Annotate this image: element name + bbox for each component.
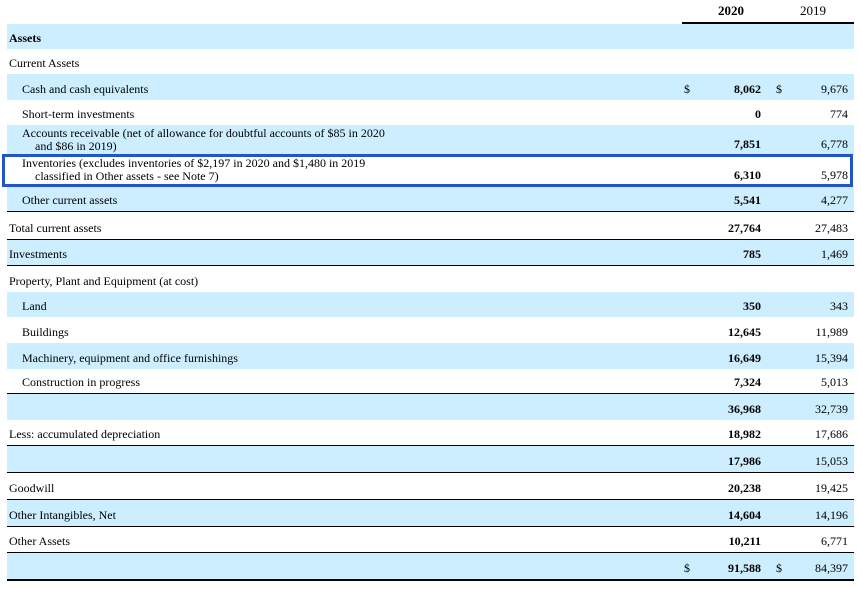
- table-row: $ 91,588 $ 84,397: [7, 553, 854, 579]
- table-row: Current Assets: [7, 49, 854, 74]
- row-label: Investments: [9, 247, 67, 261]
- row-label: Property, Plant and Equipment (at cost): [9, 274, 199, 288]
- row-label: Goodwill: [9, 481, 55, 495]
- value-2020: 16,649: [728, 351, 761, 365]
- value-2020: 0: [755, 107, 761, 121]
- dollar-sign: $: [776, 82, 782, 96]
- row-label: Total current assets: [9, 221, 102, 235]
- value-2019: 343: [830, 299, 848, 313]
- table-row: Goodwill 20,238 19,425: [7, 473, 854, 500]
- table-row: Machinery, equipment and office furnishi…: [7, 343, 854, 369]
- value-2020: 7,324: [734, 375, 761, 389]
- table-row: Accounts receivable (net of allowance fo…: [7, 125, 854, 155]
- value-2020: 5,541: [734, 193, 761, 207]
- value-2020: 36,968: [728, 402, 761, 416]
- table-row: Other Assets 10,211 6,771: [7, 527, 854, 553]
- row-label: Other Assets: [9, 534, 70, 548]
- row-label: Buildings: [22, 325, 69, 339]
- row-label: Less: accumulated depreciation: [9, 427, 161, 441]
- table-row: 17,986 15,053: [7, 446, 854, 473]
- table-row: Short-term investments 0 774: [7, 100, 854, 125]
- year-2020-header: 2020: [718, 3, 744, 18]
- table-row: Buildings 12,645 11,989: [7, 317, 854, 343]
- highlight-box: [2, 154, 853, 187]
- row-label: Cash and cash equivalents: [22, 82, 149, 96]
- value-2019: 14,196: [815, 508, 848, 522]
- table-row: Investments 785 1,469: [7, 239, 854, 266]
- table-row: Property, Plant and Equipment (at cost): [7, 266, 854, 292]
- value-2019: 774: [830, 107, 848, 121]
- value-2019: 84,397: [815, 561, 848, 575]
- value-2020: 20,238: [728, 481, 761, 495]
- value-2019: 9,676: [821, 82, 848, 96]
- dollar-sign: $: [684, 82, 690, 96]
- value-2020: 10,211: [728, 534, 761, 548]
- row-label: Construction in progress: [22, 375, 140, 389]
- value-2019: 15,394: [815, 351, 848, 365]
- total-double-rule: [7, 579, 854, 581]
- value-2020: 7,851: [734, 137, 761, 151]
- table-row: Assets: [7, 24, 854, 49]
- value-2019: 6,771: [821, 534, 848, 548]
- table-row: Other current assets 5,541 4,277: [7, 186, 854, 212]
- row-label: Short-term investments: [22, 107, 135, 121]
- value-2019: 1,469: [821, 247, 848, 261]
- value-2020: 91,588: [728, 561, 761, 575]
- value-2019: 27,483: [815, 221, 848, 235]
- row-label: Other Intangibles, Net: [9, 508, 116, 522]
- row-label: Assets: [9, 31, 41, 45]
- value-2020: 14,604: [728, 508, 761, 522]
- row-label-line1: Accounts receivable (net of allowance fo…: [22, 126, 385, 140]
- value-2019: 6,778: [821, 137, 848, 151]
- row-label: Machinery, equipment and office furnishi…: [22, 351, 238, 365]
- value-2020: 27,764: [728, 221, 761, 235]
- row-label: Accounts receivable (net of allowance fo…: [22, 127, 442, 153]
- value-2019: 11,989: [815, 325, 848, 339]
- value-2020: 17,986: [728, 454, 761, 468]
- column-header: 2020 2019: [0, 0, 861, 22]
- table-row: Cash and cash equivalents $ 8,062 $ 9,67…: [7, 74, 854, 100]
- row-label: Land: [22, 299, 47, 313]
- table-row: Total current assets 27,764 27,483: [7, 212, 854, 239]
- year-2019-header: 2019: [800, 3, 826, 18]
- row-label-line2: and $86 in 2019): [35, 139, 117, 153]
- value-2019: 32,739: [815, 402, 848, 416]
- value-2020: 785: [743, 247, 761, 261]
- value-2019: 19,425: [815, 481, 848, 495]
- dollar-sign: $: [684, 561, 690, 575]
- value-2019: 17,686: [815, 427, 848, 441]
- value-2019: 4,277: [821, 193, 848, 207]
- table-row: 36,968 32,739: [7, 394, 854, 420]
- value-2020: 8,062: [734, 82, 761, 96]
- value-2020: 18,982: [728, 427, 761, 441]
- row-label: Other current assets: [22, 193, 118, 207]
- row-label: Current Assets: [9, 56, 80, 70]
- table-row: Land 350 343: [7, 292, 854, 317]
- value-2020: 350: [743, 299, 761, 313]
- table-row: Other Intangibles, Net 14,604 14,196: [7, 500, 854, 527]
- table-row: Less: accumulated depreciation 18,982 17…: [7, 420, 854, 446]
- value-2019: 5,013: [821, 375, 848, 389]
- value-2019: 15,053: [815, 454, 848, 468]
- table-row: Construction in progress 7,324 5,013: [7, 369, 854, 394]
- dollar-sign: $: [776, 561, 782, 575]
- value-2020: 12,645: [728, 325, 761, 339]
